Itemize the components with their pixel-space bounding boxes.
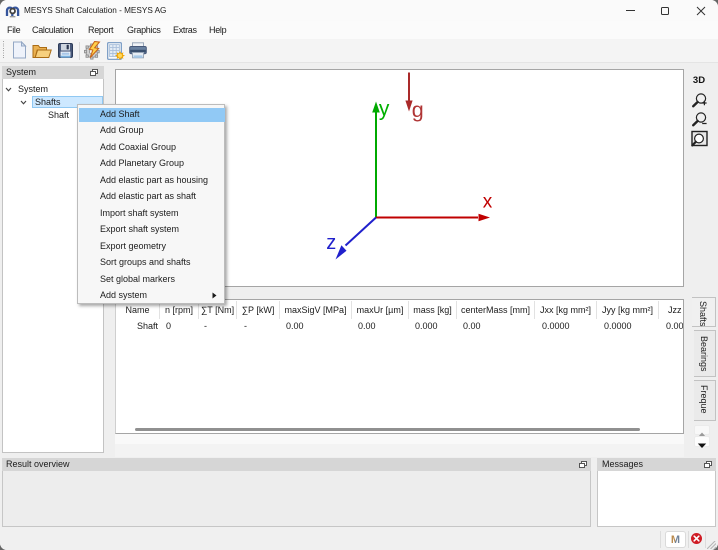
svg-text:y: y: [379, 98, 390, 121]
svg-text:g: g: [412, 98, 424, 122]
svg-text:x: x: [483, 191, 493, 212]
svg-text:z: z: [326, 232, 336, 254]
